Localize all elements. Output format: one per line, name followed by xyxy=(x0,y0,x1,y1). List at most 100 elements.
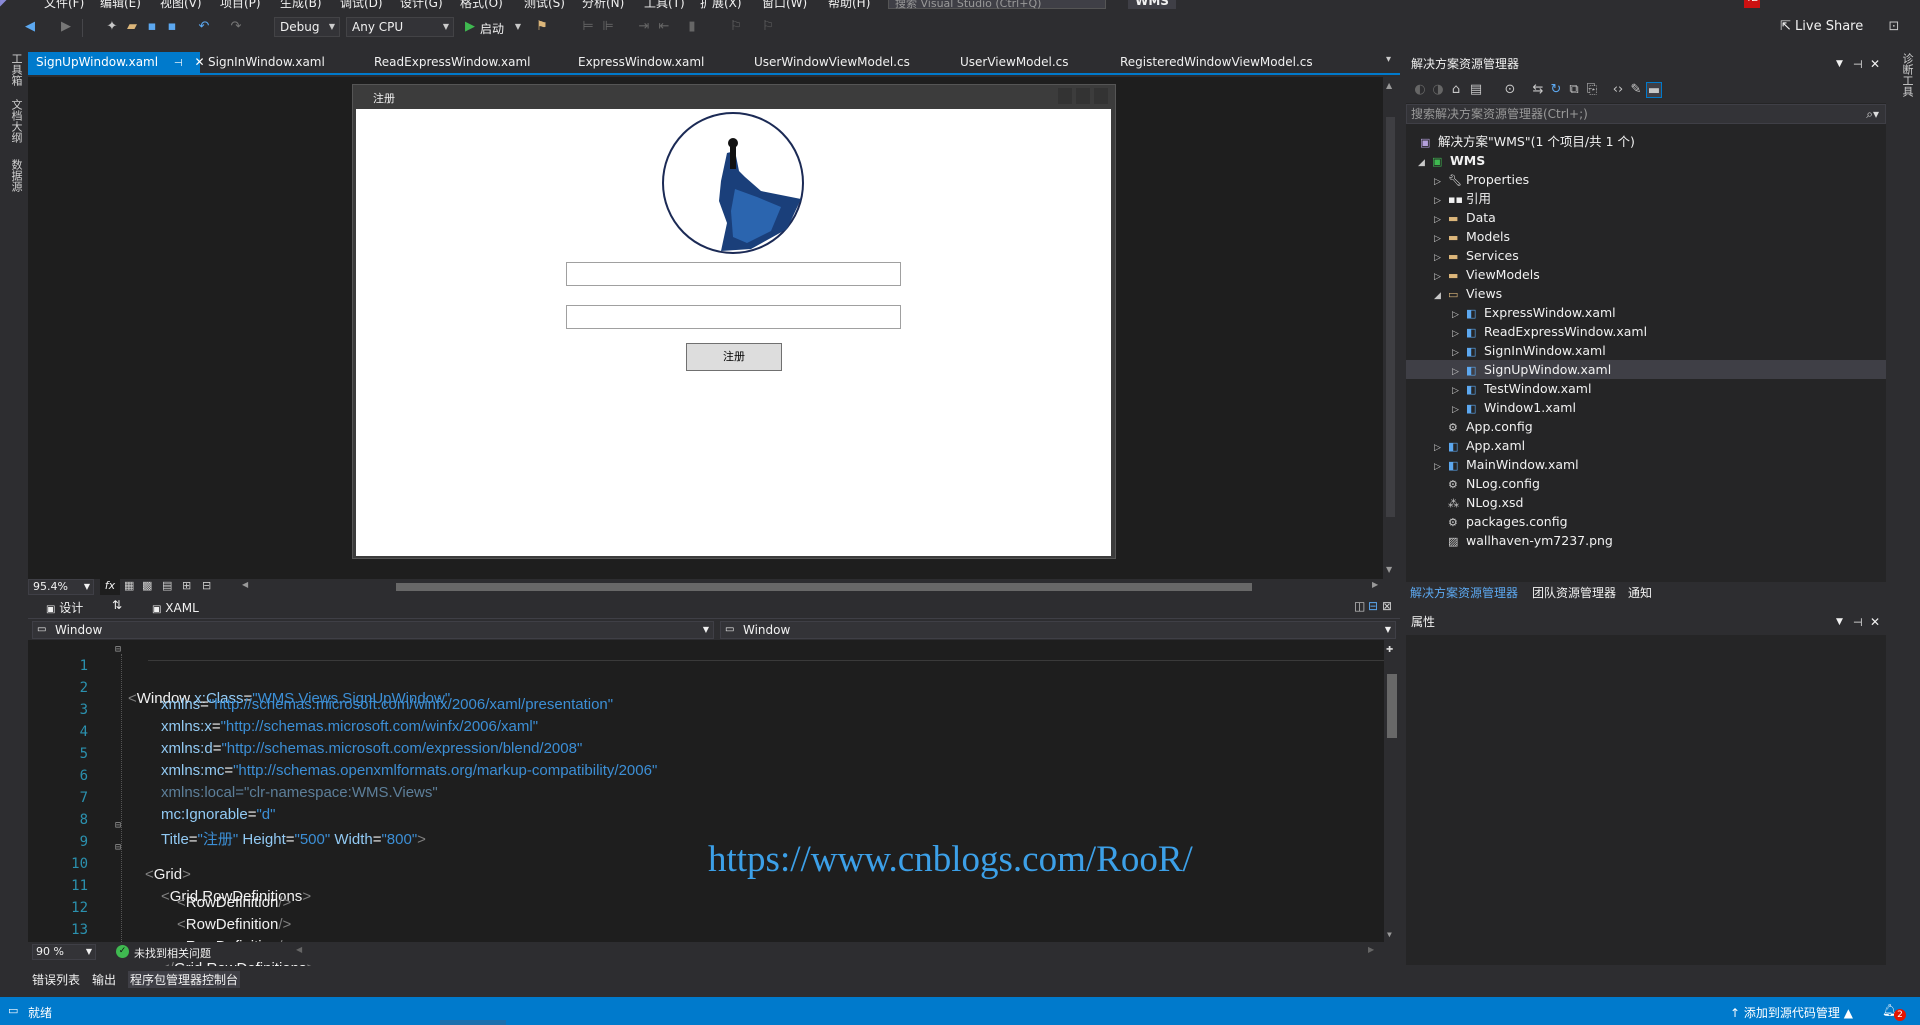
fx-effects-icon[interactable]: fx xyxy=(100,579,120,595)
menu-format[interactable]: 格式(O) xyxy=(460,0,503,9)
expand-collapse-icon[interactable]: ◢ xyxy=(1418,154,1432,173)
tree-solution-node[interactable]: ▣ 解决方案"WMS"(1 个项目/共 1 个) xyxy=(1420,132,1635,151)
username-input[interactable] xyxy=(566,262,901,286)
back-icon[interactable]: ◐ xyxy=(1412,82,1428,98)
snap-grid-icon[interactable]: ▤ xyxy=(162,579,172,592)
menu-file[interactable]: 文件(F) xyxy=(44,0,84,9)
design-tab[interactable]: ▣ 设计 xyxy=(46,599,83,616)
pending-changes-icon[interactable]: ⊙ xyxy=(1502,82,1518,98)
window-position-icon[interactable]: ▼ xyxy=(1836,610,1843,635)
element-scope-select-right[interactable]: ▭ Window ▼ xyxy=(720,621,1396,639)
toolbox-tab[interactable]: 工具箱 xyxy=(8,53,24,86)
source-control-button[interactable]: ↑ 添加到源代码管理 ▲ xyxy=(1730,1004,1853,1021)
split-editor-icon[interactable]: ✚ xyxy=(1386,641,1393,655)
horizontal-split-icon[interactable]: ⊟ xyxy=(1368,599,1378,613)
menu-help[interactable]: 帮助(H) xyxy=(828,0,870,9)
tree-item-viewmodels[interactable]: ▷ ▬ ViewModels xyxy=(1434,265,1540,284)
redo-icon[interactable]: ↷ xyxy=(228,19,244,35)
scroll-left-icon[interactable]: ◀ xyxy=(296,945,302,954)
tab-error-list[interactable]: 错误列表 xyxy=(32,971,80,988)
scroll-right-icon[interactable]: ▶ xyxy=(1368,945,1374,954)
menu-test[interactable]: 测试(S) xyxy=(524,0,565,9)
menu-debug[interactable]: 调试(D) xyxy=(340,0,383,9)
tree-item-root-file[interactable]: ▨ wallhaven-ym7237.png xyxy=(1448,531,1613,550)
tree-item-root-file[interactable]: ⚙︎ packages.config xyxy=(1448,512,1568,531)
expand-collapse-icon[interactable]: ▷ xyxy=(1434,458,1448,477)
clear-bookmarks-icon[interactable]: ⚐ xyxy=(760,19,776,35)
document-outline-tab[interactable]: 文档大纲 xyxy=(8,99,24,143)
tree-project-node[interactable]: ◢ ▣ WMS xyxy=(1418,151,1485,170)
menu-build[interactable]: 生成(B) xyxy=(280,0,322,9)
tree-item-root-file[interactable]: ⚙︎ App.config xyxy=(1448,417,1533,436)
editor-zoom-select[interactable]: 90 % ▼ xyxy=(32,944,96,960)
sync-icon[interactable]: ⇆ xyxy=(1530,82,1546,98)
editor-vertical-scrollbar[interactable]: ✚ ▼ xyxy=(1384,640,1400,942)
designer-horizontal-scroll-thumb[interactable] xyxy=(396,583,1252,591)
tree-item-root-file[interactable]: ⚙︎ NLog.config xyxy=(1448,474,1540,493)
tree-item-view-file[interactable]: ▷ ◧ SignInWindow.xaml xyxy=(1452,341,1606,360)
tree-item-root-file[interactable]: ▷ ◧ App.xaml xyxy=(1434,436,1525,455)
designer-zoom-select[interactable]: 95.4% ▼ xyxy=(28,579,94,595)
tab-package-manager-console[interactable]: 程序包管理器控制台 xyxy=(128,971,241,988)
pin-icon[interactable]: ⊣ xyxy=(1853,610,1863,635)
start-dropdown-icon[interactable]: ▼ xyxy=(510,19,526,35)
tab-read-express-window[interactable]: ReadExpressWindow.xaml xyxy=(366,52,531,73)
xaml-tab[interactable]: ▣ XAML xyxy=(152,601,199,615)
menu-design[interactable]: 设计(G) xyxy=(400,0,443,9)
open-file-icon[interactable]: ▰ xyxy=(124,19,140,35)
collapse-pane-icon[interactable]: ⊠ xyxy=(1382,599,1392,613)
close-icon[interactable]: ✕ xyxy=(1870,610,1880,635)
menu-project[interactable]: 项目(P) xyxy=(220,0,261,9)
tree-item-models[interactable]: ▷ ▬ Models xyxy=(1434,227,1510,246)
live-share-button[interactable]: ⇱ Live Share xyxy=(1780,19,1863,34)
scroll-up-icon[interactable]: ▲ xyxy=(1386,81,1392,90)
menu-analyze[interactable]: 分析(N) xyxy=(582,0,624,9)
tree-item-services[interactable]: ▷ ▬ Services xyxy=(1434,246,1519,265)
properties-icon[interactable]: ✎ xyxy=(1628,82,1644,98)
element-scope-select-left[interactable]: ▭ Window ▼ xyxy=(32,621,714,639)
indent-icon[interactable]: ⇥ xyxy=(636,19,652,35)
align-left-icon[interactable]: ⊨ xyxy=(580,19,596,35)
output-window-icon[interactable]: ▭ xyxy=(8,1004,18,1017)
tab-output[interactable]: 输出 xyxy=(92,971,116,988)
snap-lines-icon[interactable]: ⊞ xyxy=(182,579,191,592)
save-all-icon[interactable]: ▪ xyxy=(164,19,180,35)
menu-window[interactable]: 窗口(W) xyxy=(762,0,807,9)
tree-item-view-file[interactable]: ▷ ◧ ExpressWindow.xaml xyxy=(1452,303,1616,322)
start-icon[interactable]: ▶ xyxy=(462,19,478,35)
vs-search-input[interactable]: 搜索 Visual Studio (Ctrl+Q) xyxy=(888,0,1106,9)
expand-collapse-icon[interactable]: ◢ xyxy=(1434,287,1448,306)
tree-item-properties[interactable]: ▷ 🔧︎ Properties xyxy=(1434,170,1529,189)
home-icon[interactable]: ⌂ xyxy=(1448,82,1464,98)
scroll-down-icon[interactable]: ▼ xyxy=(1387,930,1392,939)
tab-registered-window-viewmodel[interactable]: RegisteredWindowViewModel.cs xyxy=(1112,52,1313,73)
scroll-right-icon[interactable]: ▶ xyxy=(1372,580,1378,589)
vs-logo-icon[interactable]: ◤ xyxy=(0,0,9,8)
tab-signup-window[interactable]: SignUpWindow.xaml ⊣ ✕ xyxy=(28,52,205,73)
tree-item-root-file[interactable]: ⁂ NLog.xsd xyxy=(1448,493,1524,512)
view-code-icon[interactable]: ‹› xyxy=(1610,82,1626,98)
xaml-code-editor[interactable]: 1 ⊟ <Window x:Class="WMS.Views.SignUpWin… xyxy=(28,640,1400,977)
collapse-all-icon[interactable]: ⧉ xyxy=(1566,82,1582,98)
prev-bookmark-icon[interactable]: ⚐ xyxy=(728,19,744,35)
browser-link-icon[interactable]: ⚑ xyxy=(534,19,550,35)
search-icon[interactable]: ⌕▾ xyxy=(1866,105,1879,123)
outdent-icon[interactable]: ⇤ xyxy=(656,19,672,35)
refresh-icon[interactable]: ↻ xyxy=(1548,82,1564,98)
menu-extensions[interactable]: 扩展(X) xyxy=(700,0,742,9)
tree-item-view-file[interactable]: ▷ ◧ Window1.xaml xyxy=(1452,398,1576,417)
tree-item-root-file[interactable]: ▷ ◧ MainWindow.xaml xyxy=(1434,455,1579,474)
tab-signin-window[interactable]: SignInWindow.xaml xyxy=(200,52,325,73)
platform-select[interactable]: Any CPU ▼ xyxy=(346,17,454,37)
tab-express-window[interactable]: ExpressWindow.xaml xyxy=(570,52,704,73)
align-center-icon[interactable]: ⊫ xyxy=(600,19,616,35)
project-code-icon[interactable]: ⊟ xyxy=(202,579,211,592)
scroll-left-icon[interactable]: ◀ xyxy=(242,580,248,589)
feedback-icon[interactable]: ⊡ xyxy=(1886,19,1902,35)
switch-views-icon[interactable]: ▤ xyxy=(1468,82,1484,98)
preview-selected-icon[interactable]: ▬ xyxy=(1646,82,1662,98)
issues-status[interactable]: 未找到相关问题 xyxy=(134,945,211,961)
tab-notifications[interactable]: 通知 xyxy=(1628,584,1652,601)
new-project-icon[interactable]: ✦ xyxy=(104,19,120,35)
artboard-icon[interactable]: ▩ xyxy=(142,579,152,592)
